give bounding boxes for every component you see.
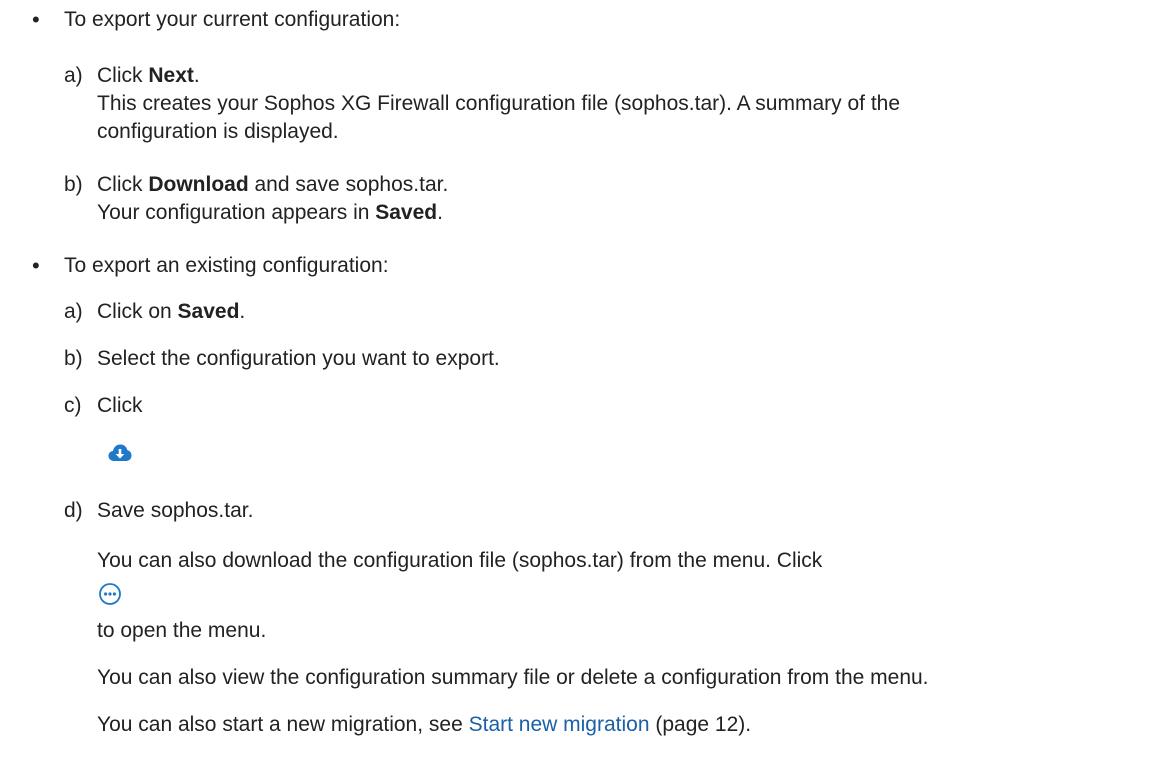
bullet: • <box>32 7 40 32</box>
ui-term-saved: Saved <box>177 300 240 323</box>
note-text: You can also view the configuration summ… <box>97 666 929 689</box>
section-heading-existing: To export an existing configuration: <box>64 254 389 277</box>
start-new-migration-link[interactable]: Start new migration <box>469 713 650 736</box>
step-text: Click <box>97 394 143 417</box>
ui-term-saved: Saved <box>375 201 438 224</box>
step-text: Select the configuration you want to exp… <box>97 347 500 370</box>
note-text: You can also download the configuration … <box>97 549 823 572</box>
step-marker: a) <box>64 300 83 323</box>
step-text: Click on Saved. <box>97 300 246 323</box>
note-text: You can also start a new migration, see … <box>97 713 752 736</box>
ui-term-download: Download <box>148 173 249 196</box>
note-text: to open the menu. <box>97 619 267 642</box>
cloud-download-icon <box>108 444 132 461</box>
step-marker: b) <box>64 173 83 196</box>
step-result: This creates your Sophos XG Firewall con… <box>97 92 901 115</box>
more-options-icon <box>99 583 121 605</box>
step-text: Save sophos.tar. <box>97 499 254 522</box>
ui-term-next: Next <box>148 64 194 87</box>
bullet: • <box>32 253 40 278</box>
step-marker: b) <box>64 347 83 370</box>
step-text: Click Download and save sophos.tar. <box>97 173 449 196</box>
step-marker: c) <box>64 394 82 417</box>
step-result: configuration is displayed. <box>97 120 339 143</box>
step-marker: d) <box>64 499 83 522</box>
step-text: Click Next. <box>97 64 200 87</box>
step-marker: a) <box>64 64 83 87</box>
section-heading-current: To export your current configuration: <box>64 8 401 31</box>
step-result: Your configuration appears in Saved. <box>97 201 443 224</box>
